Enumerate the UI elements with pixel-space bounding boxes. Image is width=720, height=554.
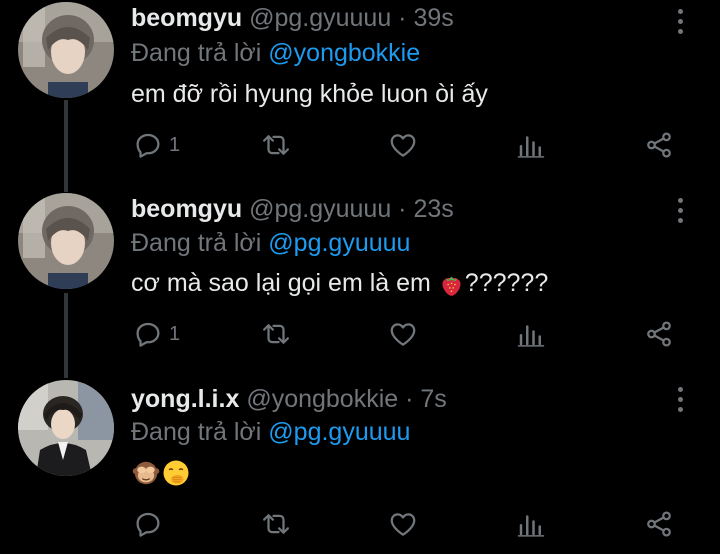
tweet[interactable]: beomgyu @pg.gyuuuu · 23s Đang trả lời @p… <box>0 190 720 380</box>
retweet-icon <box>261 130 291 160</box>
tweet-header: yong.l.i.x @yongbokkie · 7s <box>131 384 447 414</box>
tweet-text-part: cơ mà sao lại gọi em là em <box>131 269 438 297</box>
share-icon <box>644 509 674 539</box>
retweet-icon <box>261 509 291 539</box>
avatar[interactable] <box>18 380 114 476</box>
share-icon <box>644 130 674 160</box>
separator: · <box>391 4 414 32</box>
more-icon[interactable] <box>674 9 686 37</box>
see-no-evil-monkey-icon <box>132 462 160 485</box>
tweet-text <box>131 457 191 488</box>
reply-button[interactable]: 1 <box>133 319 180 349</box>
reply-icon <box>133 130 163 160</box>
tweet-text: cơ mà sao lại gọi em là em ?????? <box>131 268 548 298</box>
tweet-actions: 1 <box>0 319 720 349</box>
like-icon <box>388 319 418 349</box>
mention-link[interactable]: @pg.gyuuuu <box>268 229 410 257</box>
replying-to-label: Đang trả lời <box>131 229 269 257</box>
username[interactable]: @pg.gyuuuu <box>249 4 391 32</box>
retweet-icon <box>261 319 291 349</box>
strawberry-icon <box>442 276 461 296</box>
retweet-button[interactable] <box>261 509 291 539</box>
analytics-icon <box>516 130 546 160</box>
timestamp[interactable]: 39s <box>413 4 453 32</box>
separator: · <box>391 195 414 223</box>
display-name[interactable]: beomgyu <box>131 4 242 32</box>
tweet-text-part: ?????? <box>464 269 549 297</box>
reply-button[interactable] <box>133 509 169 539</box>
like-icon <box>388 130 418 160</box>
tweet[interactable]: yong.l.i.x @yongbokkie · 7s Đang trả lời… <box>0 380 720 554</box>
like-button[interactable] <box>388 509 418 539</box>
analytics-icon <box>516 509 546 539</box>
share-button[interactable] <box>644 130 674 160</box>
display-name[interactable]: beomgyu <box>131 195 242 223</box>
avatar[interactable] <box>18 2 114 98</box>
reply-icon <box>133 509 163 539</box>
timestamp[interactable]: 7s <box>420 385 446 413</box>
analytics-icon <box>516 319 546 349</box>
replying-to: Đang trả lời @yongbokkie <box>131 38 420 68</box>
timestamp[interactable]: 23s <box>413 195 453 223</box>
like-icon <box>388 509 418 539</box>
tweet-text: em đỡ rồi hyung khỏe luon òi ấy <box>131 80 488 108</box>
reply-count: 1 <box>169 322 181 345</box>
username[interactable]: @yongbokkie <box>246 385 398 413</box>
analytics-button[interactable] <box>516 319 546 349</box>
tweet-header: beomgyu @pg.gyuuuu · 39s <box>131 3 454 33</box>
separator: · <box>398 385 421 413</box>
more-icon[interactable] <box>674 387 686 415</box>
analytics-button[interactable] <box>516 130 546 160</box>
display-name[interactable]: yong.l.i.x <box>131 385 239 413</box>
tweet[interactable]: beomgyu @pg.gyuuuu · 39s Đang trả lời @y… <box>0 0 720 190</box>
more-icon[interactable] <box>674 198 686 226</box>
replying-to-label: Đang trả lời <box>131 39 269 67</box>
reply-count: 1 <box>169 133 181 156</box>
reply-icon <box>133 319 163 349</box>
share-icon <box>644 319 674 349</box>
analytics-button[interactable] <box>516 509 546 539</box>
retweet-button[interactable] <box>261 319 291 349</box>
username[interactable]: @pg.gyuuuu <box>249 195 391 223</box>
replying-to-label: Đang trả lời <box>131 418 269 446</box>
replying-to: Đang trả lời @pg.gyuuuu <box>131 417 410 447</box>
mention-link[interactable]: @yongbokkie <box>268 39 420 67</box>
share-button[interactable] <box>644 509 674 539</box>
face-with-hand-over-mouth-icon <box>163 460 189 486</box>
retweet-button[interactable] <box>261 130 291 160</box>
reply-button[interactable]: 1 <box>133 130 180 160</box>
tweet-actions: 1 <box>0 130 720 160</box>
tweet-header: beomgyu @pg.gyuuuu · 23s <box>131 194 454 224</box>
like-button[interactable] <box>388 130 418 160</box>
tweet-actions <box>0 509 720 539</box>
replying-to: Đang trả lời @pg.gyuuuu <box>131 228 410 258</box>
share-button[interactable] <box>644 319 674 349</box>
like-button[interactable] <box>388 319 418 349</box>
avatar[interactable] <box>18 193 114 289</box>
mention-link[interactable]: @pg.gyuuuu <box>268 418 410 446</box>
